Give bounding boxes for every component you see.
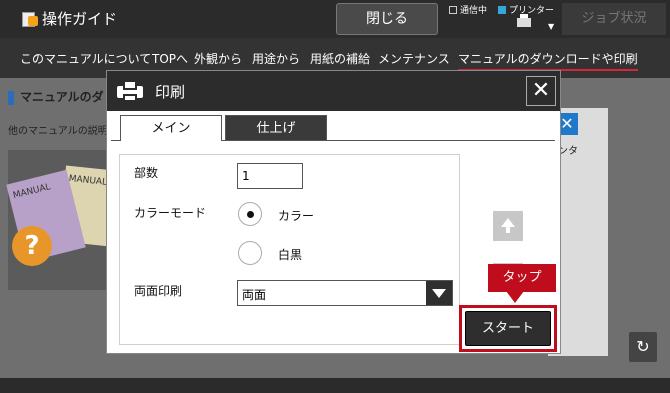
- start-button[interactable]: スタート: [465, 311, 551, 346]
- nav-item-paper[interactable]: 用紙の補給: [310, 50, 370, 67]
- print-icon: [117, 80, 143, 102]
- copies-label: 部数: [134, 166, 159, 180]
- section-description: 他のマニュアルの説明: [8, 126, 108, 137]
- nav-item-top[interactable]: TOPへ: [152, 50, 188, 67]
- nav-item-download[interactable]: マニュアルのダウンロードや印刷: [458, 50, 638, 71]
- monochrome-radio[interactable]: [238, 241, 262, 265]
- tab-main[interactable]: メイン: [120, 115, 222, 141]
- nav-item-maintenance[interactable]: メンテナンス: [378, 50, 450, 67]
- copies-input[interactable]: 1: [237, 163, 303, 189]
- nav-item-appearance[interactable]: 外観から: [194, 50, 242, 67]
- app-title: 操作ガイド: [42, 10, 118, 28]
- status-printer-label: プリンター: [509, 6, 555, 16]
- status-communicating: 通信中: [449, 3, 487, 16]
- monochrome-option-label: 白黒: [278, 248, 303, 262]
- guide-icon: [22, 10, 38, 28]
- dialog-header: 印刷 ✕: [107, 71, 560, 111]
- status-comm-label: 通信中: [460, 6, 488, 16]
- background-label: ンタ: [558, 146, 578, 157]
- tab-finishing[interactable]: 仕上げ: [225, 115, 327, 141]
- top-header: 操作ガイド 閉じる 通信中 プリンター ▼ ジョブ状況: [0, 0, 670, 38]
- app-title-area: 操作ガイド: [22, 8, 117, 29]
- close-button[interactable]: 閉じる: [336, 3, 438, 35]
- status-box-icon: [449, 5, 457, 14]
- duplex-select[interactable]: 両面: [237, 280, 453, 306]
- scroll-up-button[interactable]: [493, 211, 523, 241]
- tap-callout: タップ: [488, 264, 556, 292]
- duplex-value: 両面: [242, 288, 267, 302]
- help-icon: ?: [12, 226, 52, 266]
- dropdown-arrow-icon[interactable]: [426, 281, 452, 305]
- printer-icon: [517, 14, 531, 30]
- color-mode-label: カラーモード: [134, 206, 207, 220]
- callout-pointer: [506, 291, 524, 303]
- nav-item-purpose[interactable]: 用途から: [252, 50, 300, 67]
- printer-status-indicator-icon: [498, 5, 506, 14]
- section-title: マニュアルのダ: [8, 88, 104, 105]
- refresh-icon[interactable]: ↻: [629, 332, 657, 362]
- dialog-close-button[interactable]: ✕: [526, 76, 556, 106]
- job-status-button[interactable]: ジョブ状況: [562, 3, 666, 35]
- dialog-title: 印刷: [155, 83, 186, 101]
- color-radio[interactable]: [238, 202, 262, 226]
- bottom-bar: [0, 378, 670, 393]
- duplex-label: 両面印刷: [134, 284, 183, 298]
- chevron-down-icon[interactable]: ▼: [548, 22, 554, 31]
- nav-item-about[interactable]: このマニュアルについて: [20, 50, 151, 67]
- color-option-label: カラー: [278, 209, 315, 223]
